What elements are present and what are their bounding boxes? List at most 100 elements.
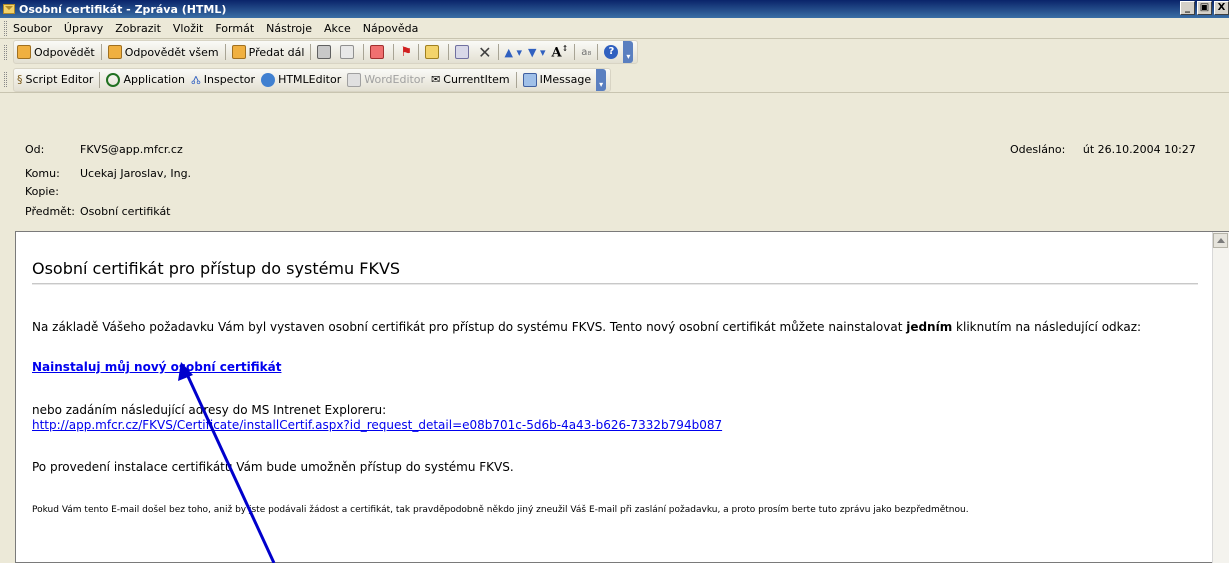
toolbar-separator — [310, 44, 312, 60]
vertical-scrollbar[interactable] — [1212, 232, 1229, 563]
previous-item-button[interactable]: ▲ ▾ — [502, 41, 525, 63]
word-editor-button[interactable]: WordEditor — [344, 69, 428, 91]
menu-akce[interactable]: Akce — [324, 22, 351, 35]
current-item-label: CurrentItem — [443, 73, 510, 86]
forward-icon — [231, 45, 246, 59]
toolbar-options-button[interactable]: ▾ — [596, 68, 607, 91]
window-title: Osobní certifikát - Zpráva (HTML) — [19, 2, 227, 16]
menu-vlozit[interactable]: Vložit — [173, 22, 203, 35]
menu-zobrazit[interactable]: Zobrazit — [115, 22, 161, 35]
intro-text: Na základě Vášeho požadavku Vám byl vyst… — [32, 320, 907, 334]
heading-divider — [32, 283, 1198, 285]
copy-icon — [340, 45, 355, 59]
toolbar-grip[interactable] — [4, 44, 7, 60]
font-size-icon: A↕ — [551, 43, 569, 61]
printer-icon — [317, 45, 332, 59]
current-item-button[interactable]: ✉ CurrentItem — [428, 69, 513, 91]
to-label: Komu: — [25, 167, 60, 180]
move-button[interactable] — [452, 41, 475, 63]
application-icon — [106, 72, 121, 87]
message-heading: Osobní certifikát pro přístup do systému… — [32, 259, 401, 278]
imessage-button[interactable]: IMessage — [520, 69, 594, 91]
mail-icon — [370, 45, 385, 59]
cc-row: Kopie: — [25, 185, 80, 198]
help-button[interactable]: ? — [601, 41, 621, 63]
toolbar-separator — [448, 44, 450, 60]
open-button[interactable] — [422, 41, 445, 63]
script-editor-button[interactable]: § Script Editor — [14, 69, 96, 91]
menu-napoveda[interactable]: Nápověda — [363, 22, 419, 35]
inspector-icon: 🝓 — [190, 73, 201, 87]
copy-button[interactable] — [337, 41, 360, 63]
reply-button[interactable]: Odpovědět — [14, 41, 98, 63]
standard-toolbar-buttons: Odpovědět Odpovědět všem Předat dál ⚑ ✕ … — [13, 40, 639, 64]
from-value[interactable]: FKVS@app.mfcr.cz — [80, 143, 183, 156]
reply-all-button[interactable]: Odpovědět všem — [105, 41, 222, 63]
delete-button[interactable]: ✕ — [475, 41, 494, 63]
html-editor-button[interactable]: HTMLEditor — [258, 69, 344, 91]
message-body: Osobní certifikát pro přístup do systému… — [15, 231, 1229, 563]
toolbar-separator — [515, 71, 517, 88]
title-bar: Osobní certifikát - Zpráva (HTML) _ ▣ X — [0, 0, 1229, 18]
toolbar-separator — [100, 44, 102, 60]
font-size-button[interactable]: A↕ — [548, 41, 571, 63]
sent-value: út 26.10.2004 10:27 — [1082, 143, 1196, 156]
disclaimer-paragraph: Pokud Vám tento E-mail došel bez toho, a… — [32, 505, 969, 515]
minimize-button[interactable]: _ — [1180, 1, 1195, 15]
maximize-button[interactable]: ▣ — [1197, 1, 1212, 15]
inspector-button[interactable]: 🝓 Inspector — [188, 69, 258, 91]
flag-icon: ⚑ — [400, 44, 413, 60]
forward-button[interactable]: Předat dál — [229, 41, 308, 63]
html-editor-label: HTMLEditor — [278, 73, 342, 86]
toolbar-grip[interactable] — [4, 20, 7, 36]
sent-row: Odesláno: út 26.10.2004 10:27 — [1010, 143, 1196, 156]
toolbar-separator — [574, 44, 576, 60]
flag-button[interactable]: ⚑ — [397, 41, 415, 63]
arrow-down-icon: ▼ ▾ — [527, 45, 546, 59]
toolbar-options-button[interactable]: ▾ — [623, 41, 634, 63]
intro-text-end: kliknutím na následující odkaz: — [952, 320, 1142, 334]
reply-all-label: Odpovědět všem — [124, 45, 219, 59]
toolbar-separator — [418, 44, 420, 60]
arrow-up-icon: ▲ ▾ — [504, 45, 522, 59]
subject-label: Předmět: — [25, 205, 75, 218]
application-button[interactable]: Application — [103, 69, 187, 91]
forward-label: Předat dál — [248, 45, 305, 59]
toolbar-grip[interactable] — [4, 72, 7, 87]
inspector-label: Inspector — [203, 73, 256, 86]
toolbar-separator — [224, 44, 226, 60]
to-row: Komu: Ucekaj Jaroslav, Ing. — [25, 167, 191, 180]
to-value[interactable]: Ucekaj Jaroslav, Ing. — [80, 167, 191, 180]
imessage-label: IMessage — [539, 73, 592, 86]
envelope-icon: ✉ — [431, 73, 441, 86]
toolbar-separator — [99, 71, 101, 88]
folder-icon — [425, 45, 440, 59]
install-url-link[interactable]: http://app.mfcr.cz/FKVS/Certificate/inst… — [32, 418, 722, 432]
close-button[interactable]: X — [1214, 1, 1229, 15]
envelope-icon — [3, 4, 15, 14]
imessage-icon — [522, 72, 537, 87]
print-button[interactable] — [314, 41, 337, 63]
toolbar-separator — [363, 44, 365, 60]
send-receive-button[interactable] — [367, 41, 390, 63]
alt-address-text: nebo zadáním následující adresy do MS In… — [32, 403, 387, 417]
access-paragraph: Po provedení instalace certifikátu Vám b… — [32, 460, 514, 474]
menu-soubor[interactable]: Soubor — [13, 22, 52, 35]
menu-nastroje[interactable]: Nástroje — [266, 22, 312, 35]
next-item-button[interactable]: ▼ ▾ — [525, 41, 548, 63]
globe-icon — [261, 72, 276, 87]
subject-row: Předmět: Osobní certifikát — [25, 205, 171, 218]
menu-format[interactable]: Formát — [215, 22, 254, 35]
scroll-up-button[interactable] — [1213, 233, 1228, 248]
encoding-button[interactable]: a₈ — [578, 41, 594, 63]
help-icon: ? — [604, 45, 619, 59]
toolbar-separator — [393, 44, 395, 60]
standard-toolbar: Odpovědět Odpovědět všem Předat dál ⚑ ✕ … — [0, 39, 1229, 65]
reply-all-icon — [107, 45, 122, 59]
move-icon — [455, 45, 470, 59]
message-header: Od: FKVS@app.mfcr.cz Komu: Ucekaj Jarosl… — [0, 94, 1229, 230]
from-label: Od: — [25, 143, 45, 156]
menu-upravy[interactable]: Úpravy — [64, 22, 103, 35]
subject-value: Osobní certifikát — [80, 205, 171, 218]
install-certificate-link[interactable]: Nainstaluj můj nový osobní certifikát — [32, 360, 281, 374]
